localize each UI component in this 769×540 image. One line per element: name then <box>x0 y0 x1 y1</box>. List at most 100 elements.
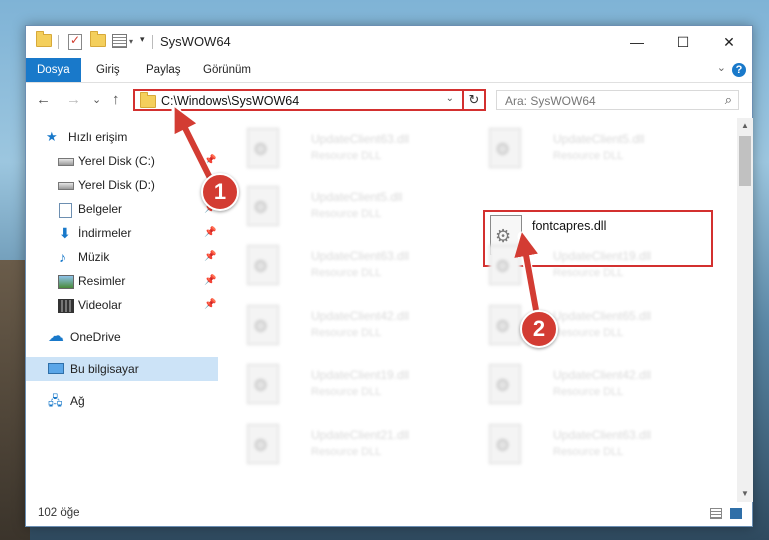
dll-file-icon: ⚙ <box>489 245 521 285</box>
toolbar-separator <box>152 35 153 49</box>
tab-share[interactable]: Paylaş <box>146 58 181 82</box>
sidebar-item-label: Ağ <box>70 394 85 408</box>
help-icon[interactable]: ? <box>732 63 746 77</box>
ribbon-tabs: Dosya Giriş Paylaş Görünüm ⌄ ? <box>26 58 752 83</box>
sidebar-item-downloads[interactable]: ⬇ İndirmeler 📌 <box>26 221 218 245</box>
title-bar: ▾ ▾ SysWOW64 — ☐ ✕ <box>26 26 752 58</box>
navigation-bar: ← → ⌄ ↑ C:\Windows\SysWOW64 ⌄ ↻ Ara: Sys… <box>26 82 752 118</box>
sidebar-item-label: Yerel Disk (C:) <box>78 154 155 168</box>
expand-ribbon-icon[interactable]: ⌄ <box>717 61 726 74</box>
new-folder-icon[interactable] <box>90 31 106 47</box>
toolbar-dropdown-icon[interactable]: ▾ <box>140 34 145 45</box>
chevron-down-icon[interactable]: ⌄ <box>446 93 454 104</box>
file-name: UpdateClient42.dll <box>553 368 652 382</box>
file-name: UpdateClient63.dll <box>311 132 410 146</box>
file-name: UpdateClient19.dll <box>311 368 410 382</box>
list-item[interactable]: ⚙ UpdateClient63.dll Resource DLL <box>239 241 469 291</box>
pin-icon[interactable]: 📌 <box>204 149 216 173</box>
file-description: Resource DLL <box>553 327 624 339</box>
search-icon[interactable]: ⌕ <box>725 92 732 108</box>
pin-icon[interactable]: 📌 <box>204 245 216 269</box>
search-placeholder: Ara: SysWOW64 <box>505 94 596 108</box>
file-name: UpdateClient5.dll <box>553 132 645 146</box>
videos-icon <box>58 299 74 313</box>
file-name: UpdateClient63.dll <box>311 249 410 263</box>
file-name: UpdateClient42.dll <box>311 309 410 323</box>
maximize-button[interactable]: ☐ <box>660 26 706 58</box>
list-item[interactable]: ⚙ UpdateClient65.dll Resource DLL <box>481 301 711 351</box>
forward-button[interactable]: → <box>66 91 81 108</box>
sidebar-item-music[interactable]: ♪ Müzik 📌 <box>26 245 218 269</box>
address-bar[interactable]: C:\Windows\SysWOW64 ⌄ <box>133 89 486 111</box>
toolbar-separator <box>58 35 59 49</box>
details-view-button[interactable] <box>710 508 722 519</box>
dll-file-icon: ⚙ <box>489 128 521 168</box>
scroll-up-icon[interactable]: ▲ <box>737 118 753 134</box>
search-input[interactable]: Ara: SysWOW64 ⌕ <box>496 90 739 110</box>
vertical-scrollbar[interactable]: ▲ ▼ <box>737 118 753 502</box>
dll-file-icon: ⚙ <box>247 245 279 285</box>
list-item[interactable]: ⚙ UpdateClient42.dll Resource DLL <box>239 301 469 351</box>
sidebar-item-local-disk-c[interactable]: Yerel Disk (C:) 📌 <box>26 149 218 173</box>
dll-file-icon: ⚙ <box>247 305 279 345</box>
music-icon: ♪ <box>59 249 66 265</box>
documents-icon <box>59 203 72 218</box>
list-item[interactable]: ⚙ UpdateClient42.dll Resource DLL <box>481 360 711 410</box>
refresh-button[interactable]: ↻ <box>462 89 486 111</box>
sidebar-item-network[interactable]: 🖧 Ağ <box>26 389 218 413</box>
sidebar-item-local-disk-d[interactable]: Yerel Disk (D:) 📌 <box>26 173 218 197</box>
sidebar-item-quick-access[interactable]: ★ Hızlı erişim <box>26 125 218 149</box>
minimize-button[interactable]: — <box>614 26 660 58</box>
file-name: UpdateClient21.dll <box>311 428 410 442</box>
pin-icon[interactable]: 📌 <box>204 221 216 245</box>
window-title: SysWOW64 <box>160 34 231 49</box>
file-name: fontcapres.dll <box>532 219 607 233</box>
tab-file[interactable]: Dosya <box>26 58 81 82</box>
recent-locations-button[interactable]: ⌄ <box>92 93 101 106</box>
quick-access-folder-icon[interactable] <box>36 31 52 47</box>
star-icon: ★ <box>46 129 58 144</box>
back-button[interactable]: ← <box>36 91 51 108</box>
network-icon: 🖧 <box>48 393 63 408</box>
scroll-down-icon[interactable]: ▼ <box>737 486 753 502</box>
sidebar-item-documents[interactable]: Belgeler 📌 <box>26 197 218 221</box>
sidebar-item-onedrive[interactable]: ☁ OneDrive <box>26 325 218 349</box>
sidebar-item-this-pc[interactable]: Bu bilgisayar <box>26 357 218 381</box>
pin-icon[interactable]: 📌 <box>204 293 216 317</box>
sidebar-item-label: Müzik <box>78 250 110 264</box>
sidebar-item-pictures[interactable]: Resimler 📌 <box>26 269 218 293</box>
up-button[interactable]: ↑ <box>112 91 120 108</box>
item-count: 102 öğe <box>38 507 80 519</box>
list-item[interactable]: ⚙ UpdateClient19.dll Resource DLL <box>481 241 711 291</box>
sidebar-item-videos[interactable]: Videolar 📌 <box>26 293 218 317</box>
pc-icon <box>48 363 64 374</box>
cloud-icon: ☁ <box>48 328 64 345</box>
file-explorer-window: ▾ ▾ SysWOW64 — ☐ ✕ Dosya Giriş Paylaş Gö… <box>25 25 753 527</box>
dll-file-icon: ⚙ <box>247 186 279 226</box>
large-icons-view-button[interactable] <box>730 508 742 519</box>
properties-check-icon[interactable] <box>68 33 82 50</box>
file-name: UpdateClient19.dll <box>553 249 652 263</box>
folder-icon <box>140 92 156 108</box>
file-description: Resource DLL <box>311 208 382 220</box>
sidebar-item-label: OneDrive <box>70 330 121 344</box>
list-item[interactable]: ⚙ UpdateClient63.dll Resource DLL <box>239 124 469 174</box>
status-bar: 102 öğe <box>26 502 752 526</box>
list-item[interactable]: ⚙ UpdateClient21.dll Resource DLL <box>239 420 469 470</box>
file-description: Resource DLL <box>311 446 382 458</box>
list-item[interactable]: ⚙ UpdateClient63.dll Resource DLL <box>481 420 711 470</box>
pin-icon[interactable]: 📌 <box>204 269 216 293</box>
scrollbar-thumb[interactable] <box>739 136 751 186</box>
tab-view[interactable]: Görünüm <box>203 58 251 82</box>
step-1-badge: 1 <box>201 173 239 211</box>
dll-file-icon: ⚙ <box>489 305 521 345</box>
dll-file-icon: ⚙ <box>247 424 279 464</box>
tab-home[interactable]: Giriş <box>96 58 120 82</box>
list-item[interactable]: ⚙ UpdateClient5.dll Resource DLL <box>481 124 711 174</box>
file-description: Resource DLL <box>553 446 624 458</box>
close-button[interactable]: ✕ <box>706 26 752 58</box>
list-item[interactable]: ⚙ UpdateClient19.dll Resource DLL <box>239 360 469 410</box>
sidebar-item-label: Belgeler <box>78 202 123 216</box>
list-item[interactable]: ⚙ UpdateClient5.dll Resource DLL <box>239 182 469 232</box>
customize-toolbar-icon[interactable]: ▾ <box>112 34 133 48</box>
